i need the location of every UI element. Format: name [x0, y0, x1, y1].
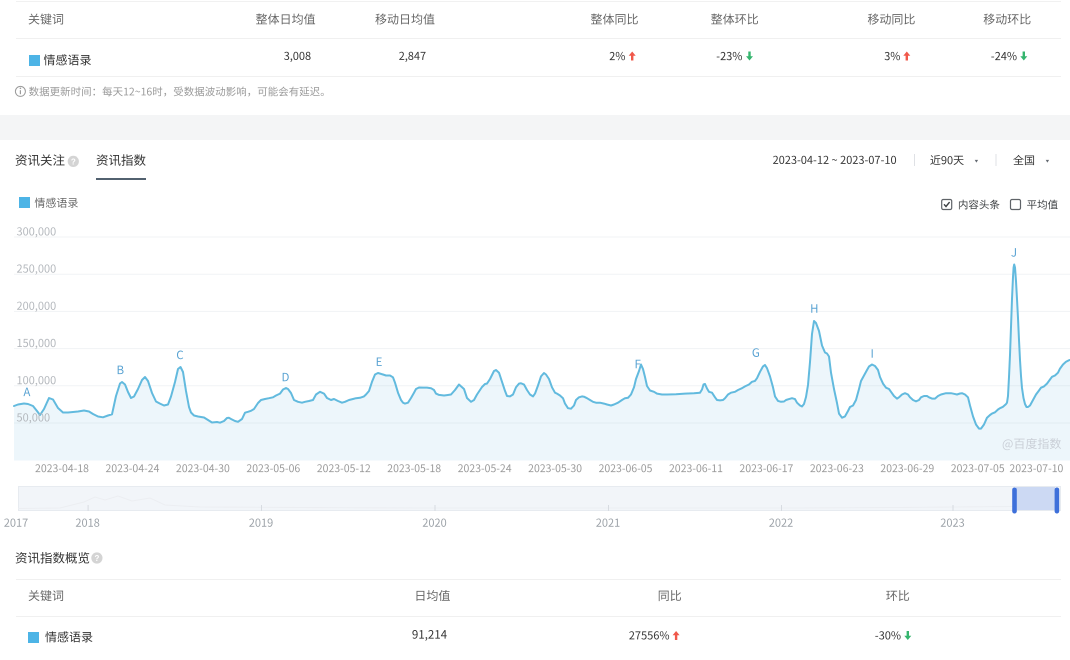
svg-text:?: ? — [94, 554, 99, 563]
svg-text:?: ? — [71, 157, 76, 166]
